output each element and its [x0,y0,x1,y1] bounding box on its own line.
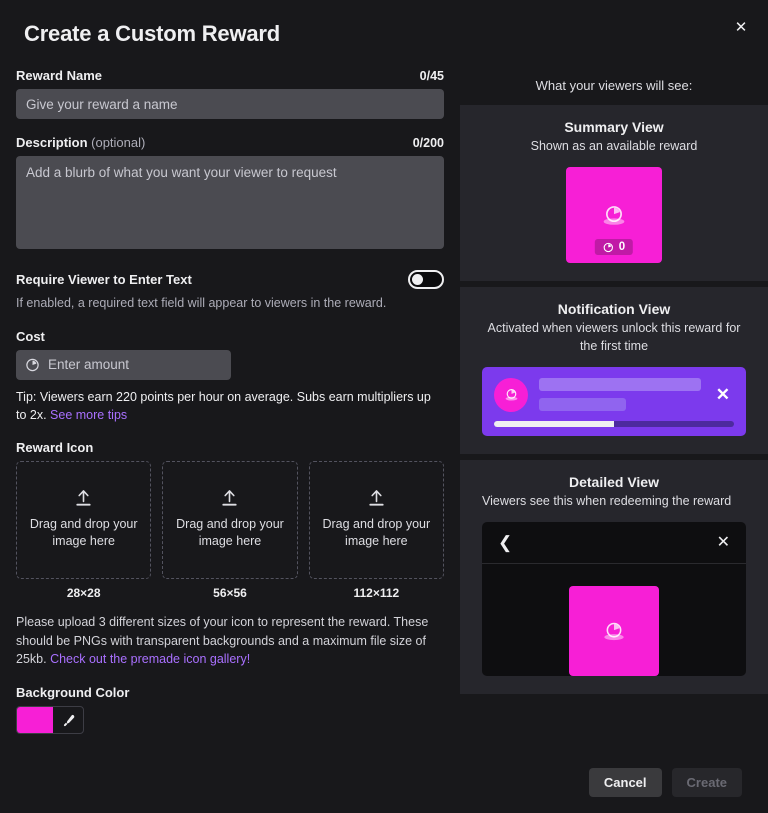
reward-glyph-icon [600,617,628,645]
detailed-view-subtitle: Viewers see this when redeeming the rewa… [482,493,746,510]
require-text-label: Require Viewer to Enter Text [16,272,192,287]
dropzone-col-112: Drag and drop your image here 112×112 [309,461,444,600]
close-icon[interactable]: ✕ [717,535,730,551]
reward-cost-value: 0 [619,241,625,253]
description-label-row: Description (optional) 0/200 [16,135,444,150]
detailed-preview-body [482,564,746,676]
upload-icon [367,489,386,510]
dropzone-112-text: Drag and drop your image here [314,516,439,550]
dropzone-group: Drag and drop your image here 28×28 Drag… [16,461,444,600]
reward-glyph-icon [599,200,629,230]
reward-icon-note: Please upload 3 different sizes of your … [16,613,444,669]
color-row [16,706,444,734]
summary-view-heading: Summary View [482,119,746,135]
dropzone-col-28: Drag and drop your image here 28×28 [16,461,151,600]
detailed-preview-topbar: ❮ ✕ [482,522,746,564]
modal-footer: Cancel Create [0,750,768,813]
reward-icon-label: Reward Icon [16,440,444,455]
dropzone-112[interactable]: Drag and drop your image here [309,461,444,579]
create-custom-reward-modal: Create a Custom Reward ✕ Reward Name 0/4… [0,0,768,813]
detailed-preview: ❮ ✕ [482,522,746,676]
cost-section: Cost Tip: Viewers earn 220 points per ho… [16,329,444,424]
notification-preview: ✕ [482,367,746,436]
upload-icon [220,489,239,510]
see-more-tips-link[interactable]: See more tips [50,408,127,422]
reward-name-counter: 0/45 [420,69,444,83]
description-field: Description (optional) 0/200 [16,135,444,254]
notification-top-row: ✕ [494,378,734,412]
description-label: Description (optional) [16,135,145,150]
cancel-button[interactable]: Cancel [589,768,662,797]
background-color-section: Background Color [16,685,444,734]
description-label-text: Description [16,135,88,150]
notification-view-heading: Notification View [482,301,746,317]
chevron-left-icon[interactable]: ❮ [498,534,512,551]
dropzone-28[interactable]: Drag and drop your image here [16,461,151,579]
preview-panel: What your viewers will see: Summary View… [460,68,768,750]
notification-skeleton-lines [539,378,701,411]
description-optional-tag: (optional) [91,135,145,150]
reward-tile-summary[interactable]: 0 [566,167,662,263]
require-text-toggle[interactable] [408,270,444,289]
create-button[interactable]: Create [672,768,742,797]
eyedropper-glyph [61,713,76,728]
summary-view-card: Summary View Shown as an available rewar… [460,105,768,281]
progress-fill [494,421,614,427]
dropzone-28-size: 28×28 [16,586,151,600]
channel-points-icon [603,242,614,253]
cost-tip: Tip: Viewers earn 220 points per hour on… [16,388,444,424]
description-counter: 0/200 [413,136,444,150]
require-text-section: Require Viewer to Enter Text If enabled,… [16,270,444,313]
preview-panel-title: What your viewers will see: [460,68,768,105]
dropzone-56-size: 56×56 [162,586,297,600]
dropzone-28-text: Drag and drop your image here [21,516,146,550]
page-title: Create a Custom Reward [24,21,280,47]
notification-view-subtitle: Activated when viewers unlock this rewar… [482,320,746,355]
reward-name-label: Reward Name [16,68,102,83]
modal-body: Reward Name 0/45 Description (optional) … [0,68,768,750]
close-icon[interactable]: ✕ [712,386,734,403]
skeleton-line-1 [539,378,701,391]
color-swatch[interactable] [17,707,53,733]
detailed-view-heading: Detailed View [482,474,746,490]
dropzone-col-56: Drag and drop your image here 56×56 [162,461,297,600]
notification-progress-bar [494,421,734,427]
reward-cost-pill: 0 [595,239,633,255]
avatar [494,378,528,412]
require-text-row: Require Viewer to Enter Text [16,270,444,289]
require-text-helper: If enabled, a required text field will a… [16,295,444,313]
cost-label: Cost [16,329,444,344]
notification-view-card: Notification View Activated when viewers… [460,287,768,454]
background-color-label: Background Color [16,685,444,700]
dropzone-56[interactable]: Drag and drop your image here [162,461,297,579]
color-picker-box[interactable] [16,706,84,734]
dropzone-112-size: 112×112 [309,586,444,600]
cost-input[interactable] [16,350,231,380]
reward-name-field: Reward Name 0/45 [16,68,444,119]
summary-view-subtitle: Shown as an available reward [482,138,746,155]
reward-name-input[interactable] [16,89,444,119]
dropzone-56-text: Drag and drop your image here [167,516,292,550]
toggle-knob [412,274,423,285]
eyedropper-icon[interactable] [53,707,83,733]
cost-input-wrap [16,350,231,380]
upload-icon [74,489,93,510]
reward-icon-section: Reward Icon Drag and drop your image her… [16,440,444,669]
reward-form: Reward Name 0/45 Description (optional) … [0,68,460,750]
modal-header: Create a Custom Reward ✕ [0,0,768,68]
description-textarea[interactable] [16,156,444,249]
reward-glyph-icon [502,385,521,404]
reward-tile-detailed [569,586,659,676]
close-icon[interactable]: ✕ [728,14,754,40]
reward-name-label-row: Reward Name 0/45 [16,68,444,83]
skeleton-line-2 [539,398,626,411]
premade-icon-gallery-link[interactable]: Check out the premade icon gallery! [50,652,250,666]
detailed-view-card: Detailed View Viewers see this when rede… [460,460,768,694]
